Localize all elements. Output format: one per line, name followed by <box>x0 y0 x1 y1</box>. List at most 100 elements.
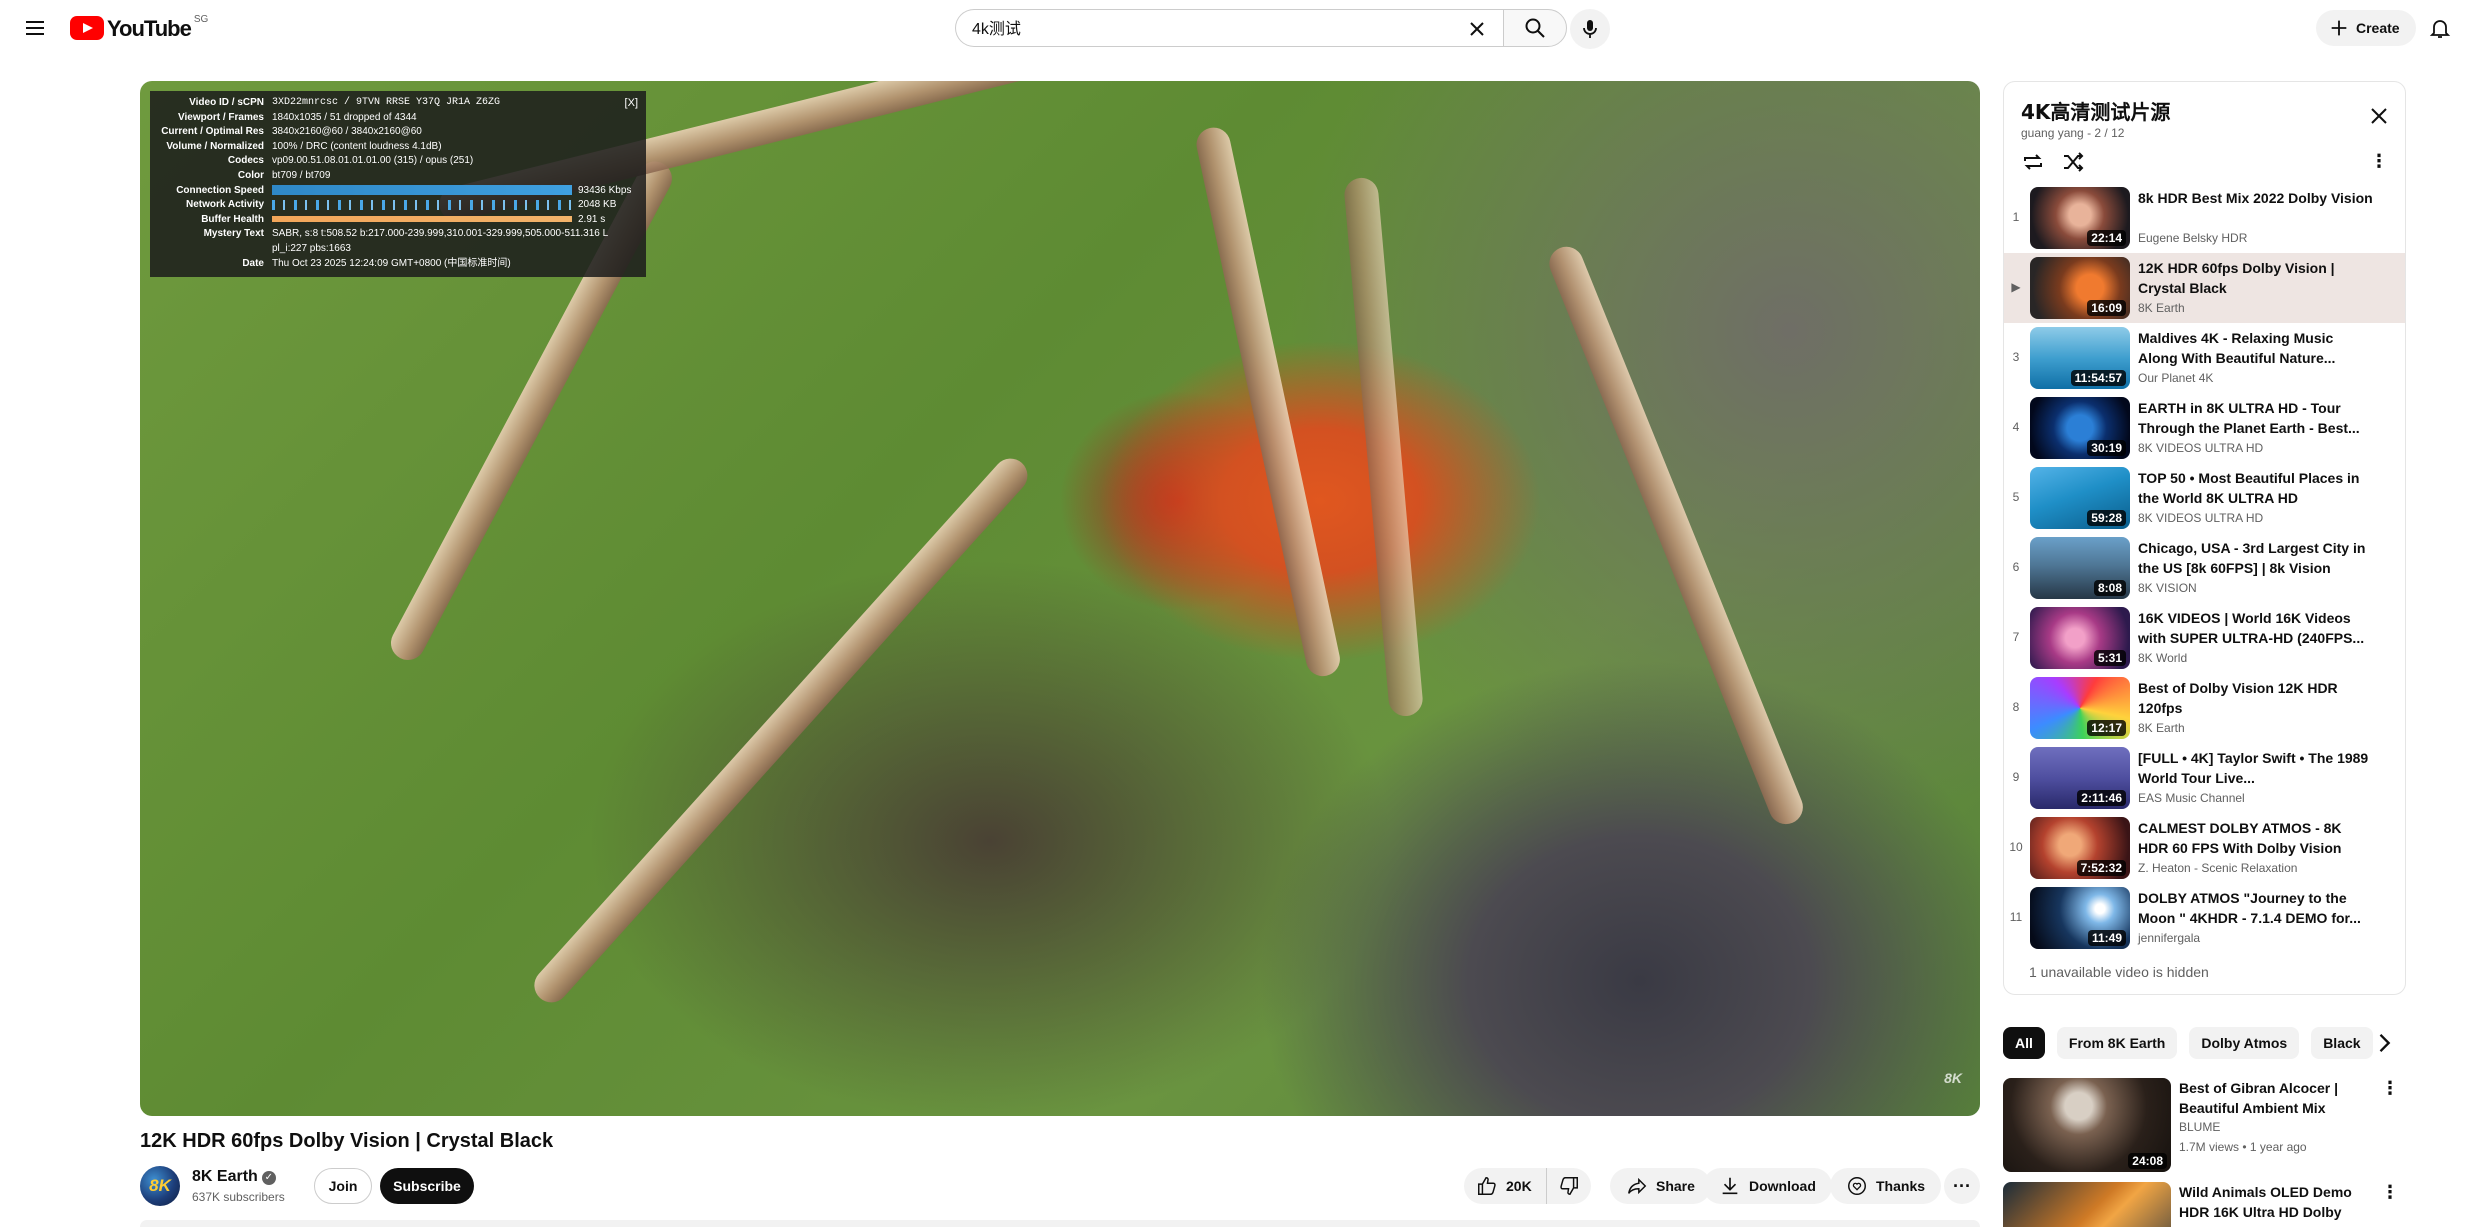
playlist-item-channel: EAS Music Channel <box>2138 791 2245 805</box>
download-button[interactable]: Download <box>1703 1168 1832 1204</box>
channel-watermark[interactable]: 8K <box>1944 1070 1962 1086</box>
video-thumbnail[interactable]: 5:31 <box>2030 607 2130 669</box>
microphone-icon <box>1583 20 1597 38</box>
video-thumbnail[interactable]: 16:09 <box>2030 257 2130 319</box>
chevron-right-icon[interactable] <box>2370 1029 2398 1057</box>
playlist-item-channel: 8K VIDEOS ULTRA HD <box>2138 441 2264 455</box>
search-button[interactable] <box>1503 9 1567 47</box>
more-options-icon[interactable]: ⋮ <box>2380 1078 2400 1102</box>
close-stats-button[interactable]: [X] <box>625 97 638 109</box>
playlist-item[interactable]: 1 22:14 8k HDR Best Mix 2022 Dolby Vision E… <box>2004 183 2405 253</box>
playlist-position: 2 / 12 <box>2094 126 2125 140</box>
close-playlist-icon[interactable] <box>2367 104 2391 128</box>
playlist-item-index: 5 <box>2012 490 2020 504</box>
video-thumbnail[interactable]: 11:54:57 <box>2030 327 2130 389</box>
dislike-button[interactable] <box>1547 1168 1591 1204</box>
playlist-item[interactable]: 11 11:49 DOLBY ATMOS "Journey to the Moon … <box>2004 883 2405 953</box>
stats-row: Color bt709 / bt709 <box>237 169 331 181</box>
video-thumbnail[interactable]: 12:17 <box>2030 677 2130 739</box>
playlist-menu-icon[interactable]: ⋮ <box>2367 150 2391 174</box>
recommended-title[interactable]: Wild Animals OLED Demo HDR 16K Ultra HD … <box>2179 1182 2375 1222</box>
playlist-item[interactable]: 7 5:31 16K VIDEOS | World 16K Videos with … <box>2004 603 2405 673</box>
share-icon <box>1628 1177 1647 1195</box>
region-code: SG <box>193 14 209 25</box>
channel-avatar[interactable]: 8K <box>140 1166 180 1206</box>
channel-name-text: 8K Earth <box>192 1168 258 1185</box>
duration-badge: 12:17 <box>2087 720 2126 736</box>
thanks-button[interactable]: Thanks <box>1830 1168 1942 1204</box>
playlist-item-title[interactable]: CALMEST DOLBY ATMOS - 8K HDR 60 FPS With… <box>2138 818 2374 858</box>
playlist-item[interactable]: 6 8:08 Chicago, USA - 3rd Largest City in … <box>2004 533 2405 603</box>
filter-chips: All From 8K Earth Dolby Atmos Black <box>2003 1027 2373 1059</box>
video-thumbnail[interactable]: 11:49 <box>2030 887 2130 949</box>
recommended-channel[interactable]: BLUME <box>2179 1120 2220 1134</box>
video-thumbnail[interactable] <box>2003 1182 2171 1227</box>
playlist-item-title[interactable]: 16K VIDEOS | World 16K Videos with SUPER… <box>2138 608 2374 648</box>
playlist-item[interactable]: 5 59:28 TOP 50 • Most Beautiful Places in … <box>2004 463 2405 533</box>
playlist-item[interactable]: ▶ 16:09 12K HDR 60fps Dolby Vision | Cryst… <box>2004 253 2405 323</box>
duration-badge: 30:19 <box>2087 440 2126 456</box>
create-label: Create <box>2356 20 2400 36</box>
playlist-owner[interactable]: guang yang <box>2021 126 2084 140</box>
playlist-item-title[interactable]: TOP 50 • Most Beautiful Places in the Wo… <box>2138 468 2374 508</box>
video-thumbnail[interactable]: 24:08 <box>2003 1078 2171 1172</box>
duration-badge: 11:49 <box>2087 930 2126 946</box>
like-count: 20K <box>1506 1178 1532 1194</box>
mystery-text-row-2: pl_i:227 pbs:1663 <box>272 242 351 254</box>
chip-dolby-atmos[interactable]: Dolby Atmos <box>2189 1027 2300 1059</box>
recommended-video[interactable]: 24:08 Best of Gibran Alcocer | Beautiful… <box>2003 1078 2406 1172</box>
notifications-bell-icon[interactable] <box>2428 16 2452 40</box>
more-actions-button[interactable]: ··· <box>1944 1168 1980 1204</box>
video-thumbnail[interactable]: 30:19 <box>2030 397 2130 459</box>
video-thumbnail[interactable]: 8:08 <box>2030 537 2130 599</box>
playlist-item-title[interactable]: DOLBY ATMOS "Journey to the Moon " 4KHDR… <box>2138 888 2374 928</box>
clear-search-icon[interactable] <box>1465 17 1489 41</box>
playlist-item-title[interactable]: 12K HDR 60fps Dolby Vision | Crystal Bla… <box>2138 258 2374 298</box>
youtube-logo[interactable]: YouTube SG <box>70 14 209 42</box>
more-options-icon[interactable]: ⋮ <box>2380 1182 2400 1206</box>
video-thumbnail[interactable]: 7:52:32 <box>2030 817 2130 879</box>
playlist-item[interactable]: 8 12:17 Best of Dolby Vision 12K HDR 120fp… <box>2004 673 2405 743</box>
channel-name[interactable]: 8K Earth ✓ <box>192 1168 276 1186</box>
like-button[interactable]: 20K <box>1464 1168 1547 1204</box>
create-button[interactable]: Create <box>2316 10 2416 46</box>
thumbs-down-icon <box>1559 1177 1578 1195</box>
playlist-title[interactable]: 4K高清测试片源 <box>2021 96 2170 125</box>
shuffle-icon[interactable] <box>2061 150 2085 174</box>
loop-playlist-icon[interactable] <box>2021 150 2045 174</box>
video-player[interactable]: [X] Video ID / sCPN 3XD22mnrcsc / 9TVN RR… <box>140 81 1980 1116</box>
playlist-item-title[interactable]: Chicago, USA - 3rd Largest City in the U… <box>2138 538 2374 578</box>
video-thumbnail[interactable]: 59:28 <box>2030 467 2130 529</box>
playlist-item[interactable]: 3 11:54:57 Maldives 4K - Relaxing Music Al… <box>2004 323 2405 393</box>
chip-black[interactable]: Black <box>2311 1027 2373 1059</box>
recommended-video[interactable]: Wild Animals OLED Demo HDR 16K Ultra HD … <box>2003 1182 2406 1227</box>
chip-all[interactable]: All <box>2003 1027 2045 1059</box>
playlist-item-index: 7 <box>2012 630 2020 644</box>
playlist-item[interactable]: 10 7:52:32 CALMEST DOLBY ATMOS - 8K HDR 60… <box>2004 813 2405 883</box>
playlist-item-title[interactable]: EARTH in 8K ULTRA HD - Tour Through the … <box>2138 398 2374 438</box>
playlist-item-title[interactable]: Maldives 4K - Relaxing Music Along With … <box>2138 328 2374 368</box>
duration-badge: 11:54:57 <box>2070 370 2126 386</box>
join-button[interactable]: Join <box>314 1168 372 1204</box>
playlist-item[interactable]: 9 2:11:46 [FULL • 4K] Taylor Swift • The 1… <box>2004 743 2405 813</box>
voice-search-button[interactable] <box>1570 9 1610 49</box>
search-input[interactable] <box>972 18 1412 36</box>
video-thumbnail[interactable]: 2:11:46 <box>2030 747 2130 809</box>
playlist-item-title[interactable]: 8k HDR Best Mix 2022 Dolby Vision <box>2138 188 2374 208</box>
description-box[interactable] <box>140 1220 1980 1227</box>
search-icon <box>1525 18 1545 38</box>
subscribe-button[interactable]: Subscribe <box>380 1168 474 1204</box>
playlist-item-title[interactable]: [FULL • 4K] Taylor Swift • The 1989 Worl… <box>2138 748 2374 788</box>
video-frame-detail <box>1544 241 1809 830</box>
connection-speed-row: Connection Speed 93436 Kbps <box>176 184 632 196</box>
channel-row: 8K 8K Earth ✓ 637K subscribers Join Subsc… <box>140 1166 1980 1206</box>
share-button[interactable]: Share <box>1610 1168 1711 1204</box>
recommended-title[interactable]: Best of Gibran Alcocer | Beautiful Ambie… <box>2179 1078 2375 1118</box>
subscriber-count: 637K subscribers <box>192 1190 285 1204</box>
chip-from-channel[interactable]: From 8K Earth <box>2056 1027 2178 1059</box>
video-thumbnail[interactable]: 22:14 <box>2030 187 2130 249</box>
playlist-item-title[interactable]: Best of Dolby Vision 12K HDR 120fps <box>2138 678 2374 718</box>
menu-icon[interactable] <box>23 16 47 40</box>
playlist-meta: guang yang - 2 / 12 <box>2021 126 2125 140</box>
playlist-item[interactable]: 4 30:19 EARTH in 8K ULTRA HD - Tour Throug… <box>2004 393 2405 463</box>
